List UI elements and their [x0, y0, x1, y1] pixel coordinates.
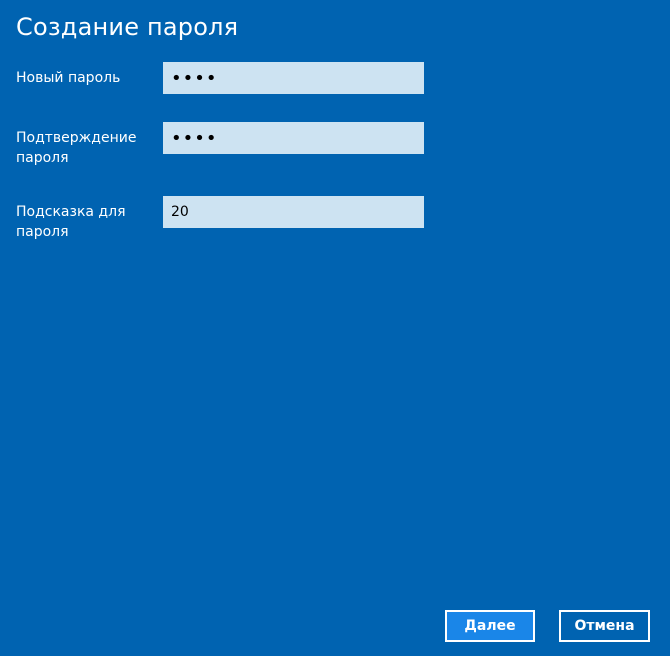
new-password-input[interactable]: [163, 62, 424, 94]
next-button[interactable]: Далее: [445, 610, 535, 642]
password-hint-label: Подсказка для пароля: [16, 204, 126, 240]
password-hint-input[interactable]: [163, 196, 424, 228]
confirm-password-label: Подтверждение пароля: [16, 130, 137, 166]
cancel-button[interactable]: Отмена: [559, 610, 650, 642]
confirm-password-input[interactable]: [163, 122, 424, 154]
create-password-dialog: Создание пароля Новый пароль Подтвержден…: [0, 0, 670, 656]
dialog-title: Создание пароля: [16, 13, 239, 41]
new-password-label: Новый пароль: [16, 70, 121, 86]
